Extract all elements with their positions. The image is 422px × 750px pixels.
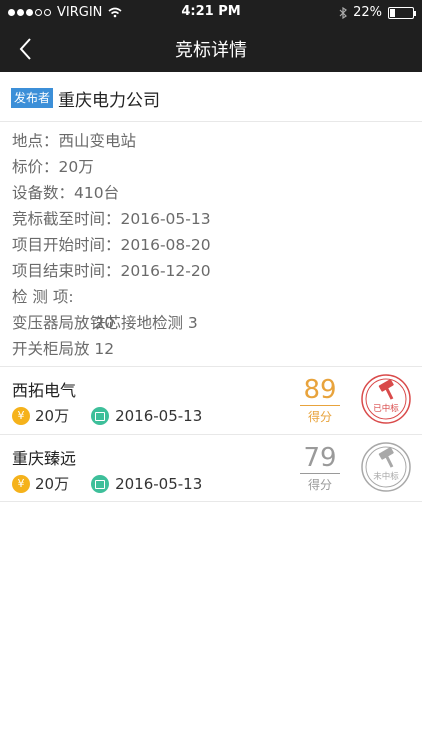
calendar-icon xyxy=(91,474,110,493)
calendar-icon xyxy=(91,406,110,425)
detail-devices: 设备数：410台 xyxy=(12,184,120,202)
detail-deadline: 竞标截至时间：2016-05-13 xyxy=(12,210,211,228)
score-unit: 得分 xyxy=(307,478,332,492)
check-item: 开关柜局放 12 xyxy=(12,340,115,358)
publisher-badge: 发布者 xyxy=(11,88,54,108)
nav-bar: 竞标详情 xyxy=(0,26,422,72)
bidder-list: 西拓电气 ¥ 20万 2016-05-13 89 得分 已中标 重庆臻远 ¥ 2… xyxy=(0,366,422,502)
won-stamp-icon: 已中标 xyxy=(361,374,411,424)
detail-start: 项目开始时间：2016-08-20 xyxy=(12,236,211,254)
lost-stamp-icon: 未中标 xyxy=(361,442,411,492)
bidder-row[interactable]: 西拓电气 ¥ 20万 2016-05-13 89 得分 已中标 xyxy=(0,366,422,434)
bidder-name: 西拓电气 xyxy=(12,381,77,400)
check-item: 变压器局放 20 xyxy=(12,314,115,332)
battery-icon xyxy=(388,6,416,19)
bidder-price: 20万 xyxy=(35,475,70,493)
publisher-name: 重庆电力公司 xyxy=(58,91,160,111)
coin-icon: ¥ xyxy=(12,406,30,425)
score-value: 89 xyxy=(300,375,340,406)
detail-end: 项目结束时间：2016-12-20 xyxy=(12,262,211,280)
detail-checks-cont: 开关柜局放 12 xyxy=(12,336,412,362)
status-right: 22% xyxy=(339,5,416,20)
bidder-meta: ¥ 20万 2016-05-13 xyxy=(12,473,202,494)
status-bar: VIRGIN 4:21 PM 22% xyxy=(0,0,422,26)
detail-price: 标价：20万 xyxy=(12,158,94,176)
score: 89 得分 xyxy=(300,375,340,425)
score-value: 79 xyxy=(300,443,340,474)
checks-label: 检 测 项: xyxy=(12,288,74,306)
page-title: 竞标详情 xyxy=(175,40,247,61)
detail-checks-cont: 变压器局放 20 xyxy=(12,310,412,336)
score: 79 得分 xyxy=(300,443,340,493)
detail-location: 地点：西山变电站 xyxy=(12,132,137,150)
top-bar: VIRGIN 4:21 PM 22% 竞标详情 xyxy=(0,0,422,72)
bidder-price: 20万 xyxy=(35,407,70,425)
bidder-row[interactable]: 重庆臻远 ¥ 20万 2016-05-13 79 得分 未中标 xyxy=(0,434,422,502)
stamp-label: 未中标 xyxy=(373,471,399,482)
battery-percent: 22% xyxy=(353,5,382,20)
bid-details: 地点：西山变电站 标价：20万 设备数：410台 竞标截至时间：2016-05-… xyxy=(12,128,412,362)
stamp-label: 已中标 xyxy=(373,403,399,414)
bluetooth-icon xyxy=(339,6,348,19)
publisher-row: 发布者 重庆电力公司 xyxy=(0,72,422,122)
bidder-date: 2016-05-13 xyxy=(115,474,203,493)
detail-checks: 检 测 项: 铁芯接地检测 3 xyxy=(12,284,412,332)
bidder-meta: ¥ 20万 2016-05-13 xyxy=(12,405,202,426)
bidder-date: 2016-05-13 xyxy=(115,406,203,425)
bidder-name: 重庆臻远 xyxy=(12,449,77,468)
score-unit: 得分 xyxy=(307,410,332,424)
coin-icon: ¥ xyxy=(12,474,30,493)
